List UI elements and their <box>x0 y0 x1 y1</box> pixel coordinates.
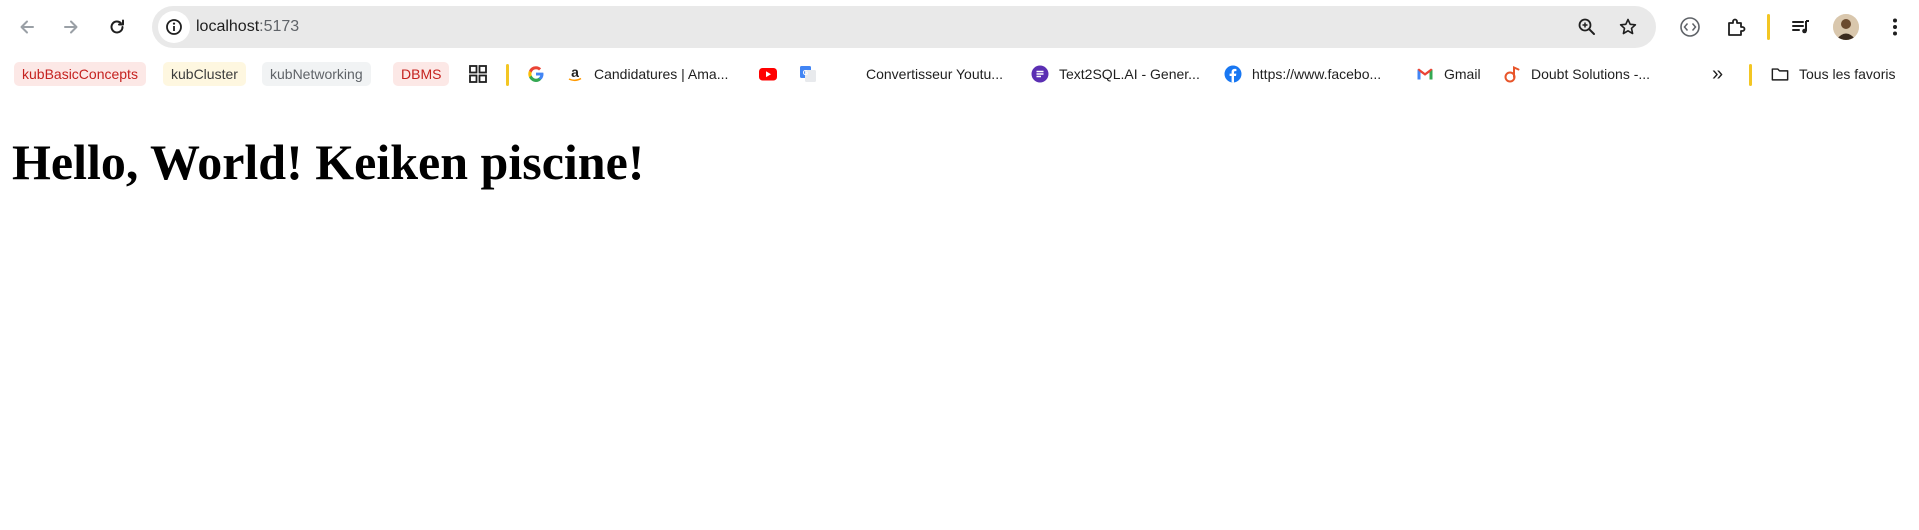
bookmark-tag-label: kubCluster <box>163 62 246 86</box>
browser-toolbar: localhost:5173 <box>0 0 1919 54</box>
bookmark-label: Convertisseur Youtu... <box>866 66 1003 82</box>
bookmark-folder-kubbasicconcepts[interactable]: kubBasicConcepts <box>14 62 146 86</box>
info-icon <box>166 19 182 35</box>
google-icon <box>528 66 544 82</box>
youtube-icon <box>759 68 777 81</box>
bookmark-folder-dbms[interactable]: DBMS <box>393 62 450 86</box>
extension-code-icon[interactable] <box>1676 13 1704 41</box>
bookmark-facebook[interactable]: https://www.facebo... <box>1224 62 1381 86</box>
page-heading: Hello, World! Keiken piscine! <box>12 134 645 190</box>
bookmark-label: Candidatures | Ama... <box>594 66 729 82</box>
apps-grid-icon <box>469 65 487 83</box>
address-bar[interactable]: localhost:5173 <box>152 6 1656 48</box>
bookmarks-separator <box>506 64 509 86</box>
bookmarks-bar: kubBasicConcepts kubCluster kubNetworkin… <box>0 54 1919 94</box>
bookmark-star-icon[interactable] <box>1616 15 1640 39</box>
doubt-solutions-icon <box>1503 65 1521 83</box>
bookmark-gmail[interactable]: Gmail <box>1416 62 1481 86</box>
apps-grid-button[interactable] <box>469 62 487 86</box>
browser-menu-icon[interactable] <box>1881 13 1909 41</box>
amazon-icon: a <box>566 65 584 83</box>
zoom-icon[interactable] <box>1575 15 1599 39</box>
bookmark-label: Gmail <box>1444 66 1481 82</box>
bookmark-text2sql[interactable]: Text2SQL.AI - Gener... <box>1031 62 1200 86</box>
avatar-icon <box>1833 14 1859 40</box>
forward-arrow-icon <box>64 20 78 34</box>
gmail-icon <box>1416 65 1434 83</box>
bookmark-google[interactable] <box>527 62 545 86</box>
bookmark-label: https://www.facebo... <box>1252 66 1382 82</box>
facebook-icon <box>1224 65 1242 83</box>
bookmark-folder-kubnetworking[interactable]: kubNetworking <box>262 62 371 86</box>
url-port: :5173 <box>259 18 300 35</box>
profile-avatar[interactable] <box>1833 14 1859 40</box>
bookmark-tag-label: kubBasicConcepts <box>14 62 146 86</box>
bookmark-candidatures-amazon[interactable]: a Candidatures | Ama... <box>566 62 728 86</box>
back-button[interactable] <box>8 8 46 46</box>
site-info-button[interactable] <box>158 11 190 43</box>
reload-button[interactable] <box>98 8 136 46</box>
bookmark-google-translate[interactable]: G <box>799 62 817 86</box>
bookmark-convertisseur-youtube[interactable]: Convertisseur Youtu... <box>866 62 1003 86</box>
bookmark-doubt-solutions[interactable]: Doubt Solutions -... <box>1503 62 1650 86</box>
reload-icon <box>110 19 124 34</box>
all-bookmarks-label: Tous les favoris <box>1799 66 1896 82</box>
bookmark-youtube[interactable] <box>758 62 778 86</box>
bookmark-label: Doubt Solutions -... <box>1531 66 1651 82</box>
url-host: localhost <box>196 18 260 35</box>
forward-button[interactable] <box>52 8 90 46</box>
chevron-double-right-icon: » <box>1712 62 1724 85</box>
all-bookmarks-folder[interactable]: Tous les favoris <box>1771 62 1895 86</box>
folder-icon <box>1771 65 1789 83</box>
back-arrow-icon <box>20 20 34 34</box>
bookmark-tag-label: kubNetworking <box>262 62 371 86</box>
bookmarks-separator <box>1749 64 1752 86</box>
google-translate-icon: G <box>800 66 816 82</box>
text2sql-icon <box>1031 65 1049 83</box>
bookmark-label: Text2SQL.AI - Gener... <box>1059 66 1200 82</box>
extensions-puzzle-icon[interactable] <box>1722 13 1750 41</box>
bookmark-tag-label: DBMS <box>393 62 450 86</box>
url-text[interactable]: localhost:5173 <box>196 6 299 48</box>
bookmark-folder-kubcluster[interactable]: kubCluster <box>163 62 246 86</box>
more-bookmarks-button[interactable]: » <box>1712 62 1723 86</box>
media-queue-icon[interactable] <box>1787 13 1815 41</box>
svg-text:G: G <box>803 70 809 77</box>
toolbar-separator <box>1767 14 1770 40</box>
svg-text:a: a <box>571 65 579 80</box>
